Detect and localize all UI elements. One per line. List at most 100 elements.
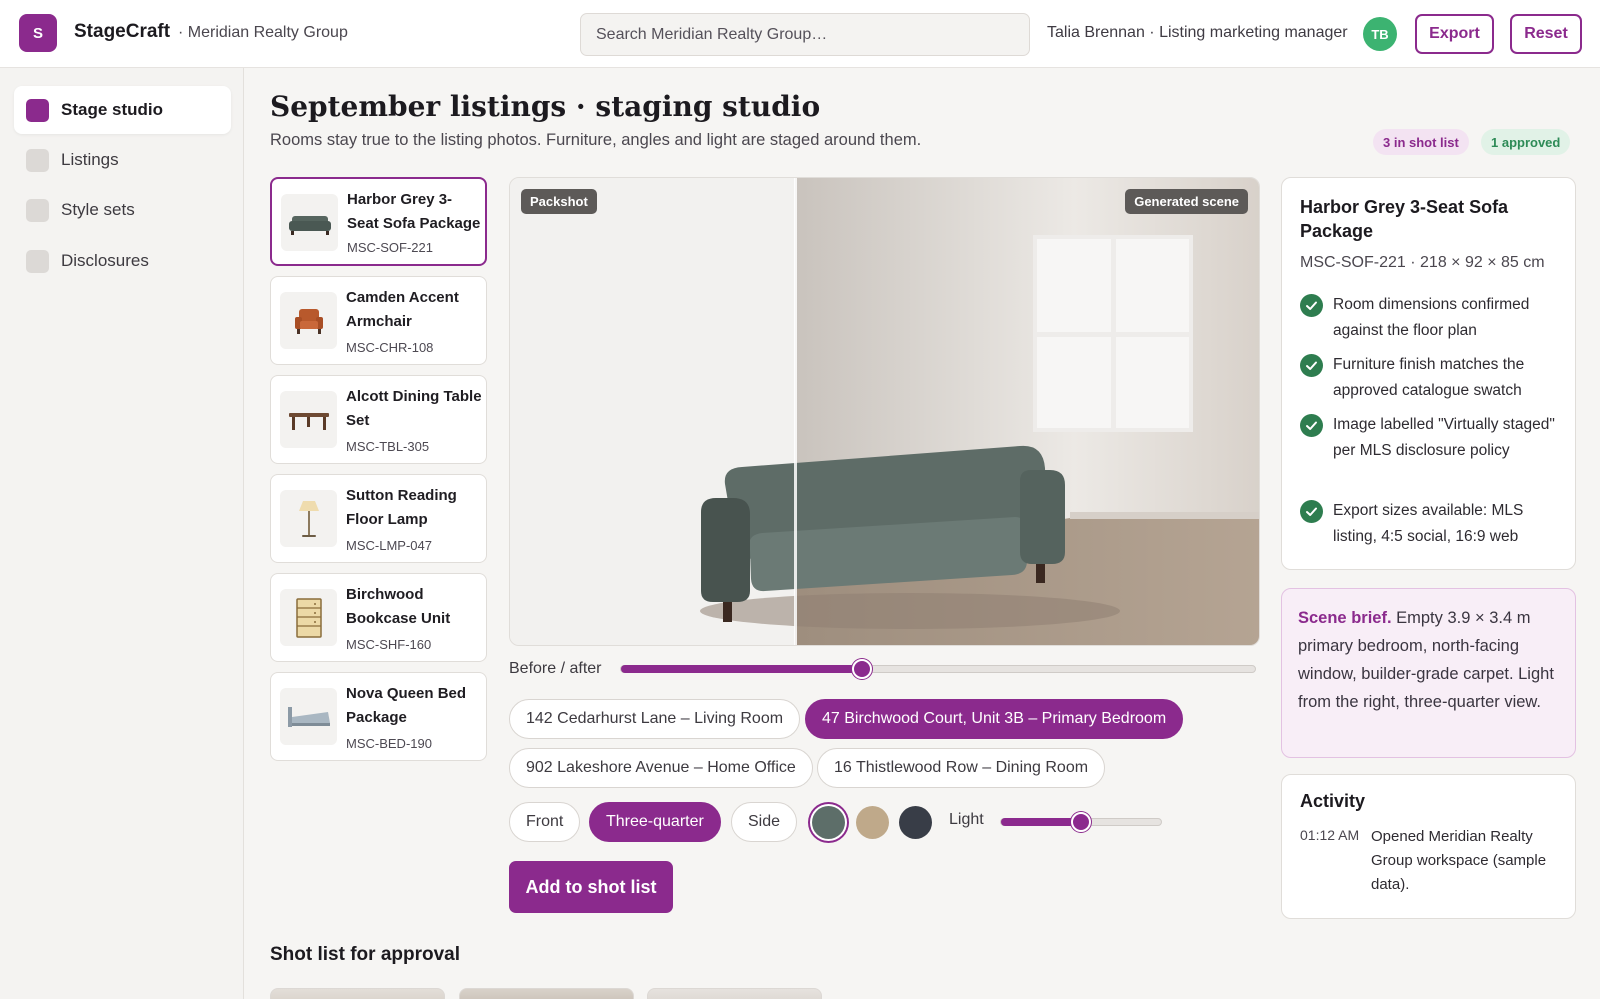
check-icon	[1300, 354, 1323, 377]
light-label: Light	[949, 811, 984, 828]
export-button[interactable]: Export	[1415, 14, 1494, 54]
check-icon	[1300, 414, 1323, 437]
product-sku: MSC-CHR-108	[346, 340, 434, 355]
product-name: Camden Accent Armchair	[346, 289, 459, 330]
product-name: Harbor Grey 3-Seat Sofa Package	[347, 191, 481, 232]
sidebar-item-label: Style sets	[61, 200, 135, 219]
product-thumbnail	[280, 490, 337, 547]
bookcase-icon	[295, 597, 322, 638]
add-to-shot-list-button[interactable]: Add to shot list	[509, 861, 673, 913]
product-name: Alcott Dining Table Set	[346, 388, 482, 429]
page-title: September listings · staging studio	[270, 90, 821, 123]
product-card[interactable]: Nova Queen Bed Package MSC-BED-190	[270, 672, 487, 761]
checklist-text: Image labelled "Virtually staged" per ML…	[1333, 416, 1555, 459]
before-after-viewer[interactable]: Packshot Generated scene	[509, 177, 1260, 646]
product-card[interactable]: Birchwood Bookcase Unit MSC-SHF-160	[270, 573, 487, 662]
product-thumbnail	[281, 194, 338, 251]
product-thumbnail	[280, 688, 337, 745]
table-icon	[288, 412, 329, 430]
room-chip[interactable]: 902 Lakeshore Avenue – Home Office	[509, 748, 813, 788]
shot-thumbnail[interactable]	[270, 988, 445, 999]
generated-scene-tag: Generated scene	[1125, 189, 1248, 214]
room-chip[interactable]: 16 Thistlewood Row – Dining Room	[817, 748, 1106, 788]
approved-count-badge: 1 approved	[1481, 129, 1571, 155]
checklist-text: Room dimensions confirmed against the fl…	[1333, 296, 1530, 339]
before-after-label: Before / after	[509, 660, 602, 677]
product-card[interactable]: Sutton Reading Floor Lamp MSC-LMP-047	[270, 474, 487, 563]
scene-preview	[510, 178, 1259, 645]
slider-handle[interactable]	[1071, 812, 1091, 832]
product-thumbnail	[280, 292, 337, 349]
sidebar-item-listings[interactable]: Listings	[14, 136, 231, 184]
product-card[interactable]: Harbor Grey 3-Seat Sofa Package MSC-SOF-…	[270, 177, 487, 266]
finish-swatch-sand[interactable]	[856, 806, 889, 839]
shot-list-title: Shot list for approval	[270, 944, 461, 965]
room-chip[interactable]: 47 Birchwood Court, Unit 3B – Primary Be…	[805, 699, 1184, 739]
check-icon	[1300, 500, 1323, 523]
product-thumbnail	[280, 589, 337, 646]
org-name: · Meridian Realty Group	[178, 24, 348, 41]
product-card[interactable]: Alcott Dining Table Set MSC-TBL-305	[270, 375, 487, 464]
product-detail-panel: Harbor Grey 3-Seat Sofa Package MSC-SOF-…	[1281, 177, 1576, 570]
angle-chip-front[interactable]: Front	[509, 802, 581, 842]
room-chip[interactable]: 142 Cedarhurst Lane – Living Room	[509, 699, 801, 739]
before-after-slider[interactable]	[620, 659, 1256, 679]
shot-thumbnail[interactable]	[459, 988, 634, 999]
search-input[interactable]	[580, 13, 1030, 56]
checklist-text: Furniture finish matches the approved ca…	[1333, 356, 1525, 399]
activity-title: Activity	[1300, 791, 1366, 811]
armchair-icon	[294, 308, 323, 334]
activity-time: 01:12 AM	[1300, 827, 1360, 843]
product-sku: MSC-SHF-160	[346, 637, 432, 652]
product-sku: MSC-SOF-221	[347, 240, 433, 255]
reset-button[interactable]: Reset	[1510, 14, 1582, 54]
detail-meta: MSC-SOF-221 · 218 × 92 × 85 cm	[1300, 254, 1545, 271]
shot-list-count-badge: 3 in shot list	[1373, 129, 1469, 155]
finish-swatch-charcoal[interactable]	[899, 806, 932, 839]
user-label: Talia Brennan · Listing marketing manage…	[1047, 24, 1348, 41]
sidebar-item-label: Disclosures	[61, 251, 149, 270]
sidebar-item-style-sets[interactable]: Style sets	[14, 186, 231, 234]
app-name: StageCraft	[74, 21, 171, 42]
activity-panel: Activity 01:12 AM Opened Meridian Realty…	[1281, 774, 1576, 919]
app-logo[interactable]: S	[19, 14, 57, 52]
product-name: Birchwood Bookcase Unit	[346, 586, 451, 627]
scene-brief-heading: Scene brief.	[1298, 609, 1392, 627]
product-thumbnail	[280, 391, 337, 448]
scene-brief: Scene brief. Empty 3.9 × 3.4 m primary b…	[1281, 588, 1576, 758]
slider-fill	[621, 665, 862, 673]
sidebar-item-label: Stage studio	[61, 100, 164, 119]
product-sku: MSC-BED-190	[346, 736, 432, 751]
sidebar-item-label: Listings	[61, 150, 119, 169]
activity-text: Opened Meridian Realty Group workspace (…	[1371, 828, 1547, 893]
detail-title: Harbor Grey 3-Seat Sofa Package	[1300, 197, 1509, 241]
slider-fill	[1001, 818, 1081, 826]
light-slider[interactable]	[1000, 812, 1162, 832]
disclosures-icon	[26, 249, 49, 273]
product-card[interactable]: Camden Accent Armchair MSC-CHR-108	[270, 276, 487, 365]
checklist-text: Export sizes available: MLS listing, 4:5…	[1333, 502, 1524, 545]
avatar[interactable]: TB	[1363, 17, 1397, 51]
product-name: Nova Queen Bed Package	[346, 685, 467, 726]
lamp-icon	[298, 500, 319, 537]
finish-swatch-slate-grey[interactable]	[812, 806, 845, 839]
product-name: Sutton Reading Floor Lamp	[346, 487, 457, 528]
listings-icon	[26, 148, 49, 172]
slider-handle[interactable]	[851, 659, 872, 679]
page-subtitle: Rooms stay true to the listing photos. F…	[270, 131, 922, 149]
packshot-tag: Packshot	[521, 189, 597, 214]
sidebar-item-disclosures[interactable]: Disclosures	[14, 237, 231, 285]
top-bar: S StageCraft · Meridian Realty Group Tal…	[0, 0, 1600, 68]
angle-chip-three-quarter[interactable]: Three-quarter	[589, 802, 721, 842]
sidebar: Stage studio Listings Style sets Disclos…	[0, 68, 244, 999]
sidebar-item-stage-studio[interactable]: Stage studio	[14, 86, 231, 134]
product-sku: MSC-LMP-047	[346, 538, 432, 553]
bed-icon	[287, 706, 330, 727]
shot-thumbnail[interactable]	[647, 988, 822, 999]
product-sku: MSC-TBL-305	[346, 439, 430, 454]
style-sets-icon	[26, 198, 49, 222]
angle-chip-side[interactable]: Side	[731, 802, 798, 842]
sofa-icon	[288, 215, 331, 235]
check-icon	[1300, 294, 1323, 317]
stage-studio-icon	[26, 98, 49, 122]
